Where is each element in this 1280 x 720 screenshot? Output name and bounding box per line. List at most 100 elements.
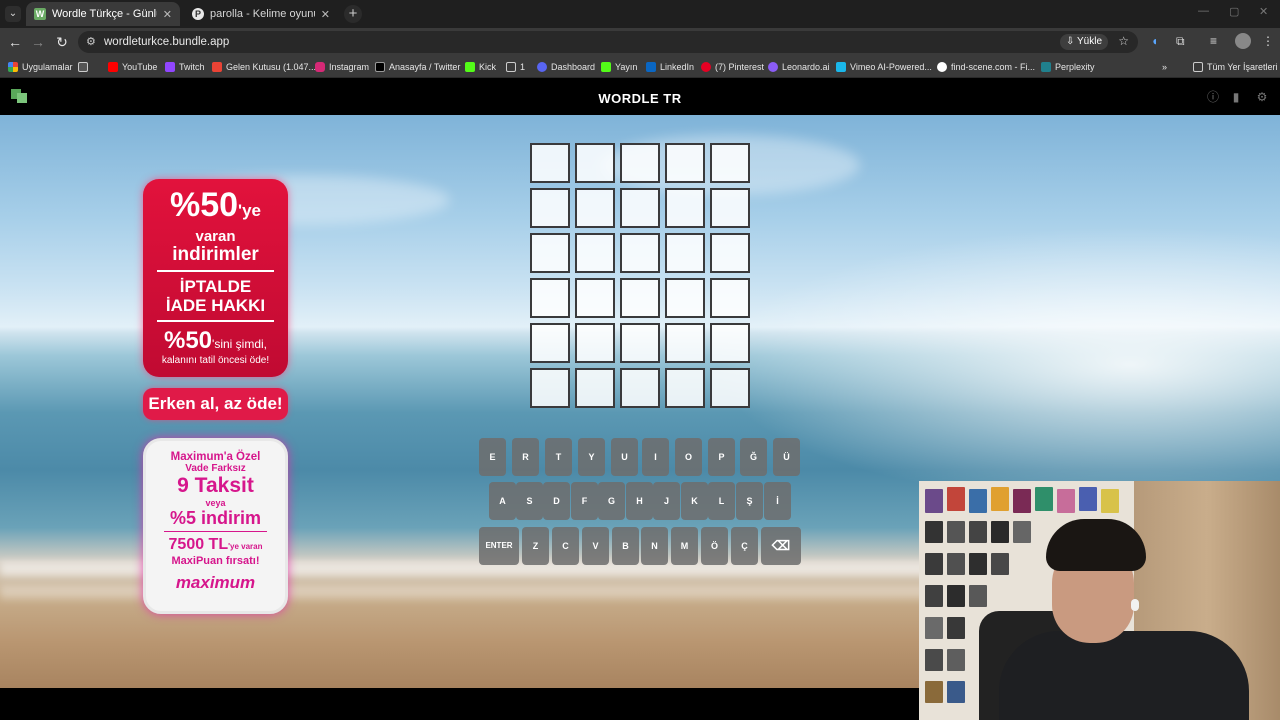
key[interactable]: İ xyxy=(764,482,791,520)
key[interactable]: Y xyxy=(578,438,605,476)
kick-icon xyxy=(601,62,611,72)
tab-parolla[interactable]: P parolla - Kelime oyunu. Günlük ✕ xyxy=(184,2,338,26)
key[interactable]: L xyxy=(708,482,735,520)
close-tab-icon[interactable]: ✕ xyxy=(163,8,172,21)
forward-icon[interactable]: → xyxy=(29,33,47,51)
media-control-icon[interactable]: ≡ xyxy=(1210,34,1217,48)
key[interactable]: D xyxy=(543,482,570,520)
close-window-icon[interactable]: ✕ xyxy=(1259,5,1268,18)
key[interactable]: N xyxy=(641,527,668,565)
ad-maximum-panel[interactable]: Maximum'a Özel Vade Farksız 9 Taksit vey… xyxy=(143,438,288,614)
key[interactable]: T xyxy=(545,438,572,476)
key[interactable]: Z xyxy=(522,527,549,565)
poster xyxy=(1101,489,1119,513)
bookmark-apps[interactable]: Uygulamalar xyxy=(8,60,73,74)
ad-amount: 7500 TL xyxy=(168,536,229,553)
ad-amount-suffix: 'ye varan xyxy=(228,542,263,551)
bookmark-linkedin[interactable]: LinkedIn xyxy=(646,60,694,74)
poster xyxy=(947,617,965,639)
person-hoodie xyxy=(999,631,1249,720)
bookmark-twitch[interactable]: Twitch xyxy=(165,60,205,74)
key[interactable]: M xyxy=(671,527,698,565)
extensions-puzzle-icon[interactable]: ⧉ xyxy=(1176,34,1185,49)
key[interactable]: J xyxy=(653,482,680,520)
new-tab-button[interactable]: + xyxy=(344,5,362,23)
tile xyxy=(710,323,750,363)
leonardo-icon xyxy=(768,62,778,72)
extension-icon[interactable]: ◖ xyxy=(1151,34,1158,48)
tile xyxy=(575,143,615,183)
profile-avatar[interactable] xyxy=(1235,33,1251,49)
back-icon[interactable]: ← xyxy=(6,33,24,51)
bookmark-findscene[interactable]: find-scene.com - Fi... xyxy=(937,60,1035,74)
reload-icon[interactable]: ↻ xyxy=(53,33,71,51)
tab-search-button[interactable]: ⌄ xyxy=(5,6,21,22)
key[interactable]: R xyxy=(512,438,539,476)
key[interactable]: B xyxy=(612,527,639,565)
bookmark-twitter[interactable]: Anasayfa / Twitter xyxy=(375,60,460,74)
url-text[interactable]: wordleturkce.bundle.app xyxy=(104,36,229,48)
bookmark-leonardo[interactable]: Leonardo.ai xyxy=(768,60,830,74)
youtube-icon xyxy=(108,62,118,72)
close-tab-icon[interactable]: ✕ xyxy=(321,8,330,21)
site-info-icon[interactable]: ⚙ xyxy=(86,35,96,48)
key[interactable]: S xyxy=(516,482,543,520)
key[interactable]: O xyxy=(675,438,702,476)
key[interactable]: Ç xyxy=(731,527,758,565)
key[interactable]: Ü xyxy=(773,438,800,476)
key[interactable]: P xyxy=(708,438,735,476)
apps-grid-icon xyxy=(8,62,18,72)
bookmark-vimeo[interactable]: Vimeo AI-Powered... xyxy=(836,60,932,74)
bookmark-perplexity[interactable]: Perplexity xyxy=(1041,60,1095,74)
key[interactable]: U xyxy=(611,438,638,476)
bookmark-kick[interactable]: Kick xyxy=(465,60,496,74)
bookmark-folder-1[interactable]: 1 xyxy=(506,60,525,74)
backspace-key[interactable]: ⌫ xyxy=(761,527,801,565)
bookmark-star-icon[interactable]: ☆ xyxy=(1118,34,1129,48)
pinterest-icon xyxy=(701,62,711,72)
key[interactable]: I xyxy=(642,438,669,476)
tab-title: Wordle Türkçe - Günlük Kelime xyxy=(52,8,157,20)
stats-icon[interactable]: ▮ xyxy=(1230,91,1242,103)
board-row xyxy=(530,143,750,183)
key[interactable]: V xyxy=(582,527,609,565)
key[interactable]: H xyxy=(626,482,653,520)
tile xyxy=(665,323,705,363)
poster xyxy=(925,649,943,671)
minimize-icon[interactable]: — xyxy=(1198,5,1209,17)
bookmark-grid[interactable] xyxy=(78,60,88,74)
settings-icon[interactable]: ⚙ xyxy=(1256,91,1268,103)
person-hair xyxy=(1046,519,1146,571)
key[interactable]: Ğ xyxy=(740,438,767,476)
bookmark-pinterest[interactable]: (7) Pinterest xyxy=(701,60,764,74)
bookmark-instagram[interactable]: Instagram xyxy=(315,60,369,74)
webcam-overlay xyxy=(919,481,1280,720)
key[interactable]: A xyxy=(489,482,516,520)
key[interactable]: F xyxy=(571,482,598,520)
all-bookmarks[interactable]: Tüm Yer İşaretleri xyxy=(1193,60,1278,74)
poster xyxy=(947,553,965,575)
key[interactable]: G xyxy=(598,482,625,520)
address-bar[interactable]: ⚙ wordleturkce.bundle.app ⇩ Yükle ☆ xyxy=(78,31,1138,53)
ad-cta-button[interactable]: Erken al, az öde! xyxy=(143,388,288,420)
key[interactable]: Ş xyxy=(736,482,763,520)
more-bookmarks-icon[interactable]: » xyxy=(1162,60,1167,74)
poster xyxy=(947,681,965,703)
key[interactable]: E xyxy=(479,438,506,476)
enter-key[interactable]: ENTER xyxy=(479,527,519,565)
tab-wordle[interactable]: W Wordle Türkçe - Günlük Kelime ✕ xyxy=(26,2,180,26)
board-row xyxy=(530,278,750,318)
ad-text: %5 indirim xyxy=(169,508,262,528)
key[interactable]: K xyxy=(681,482,708,520)
menu-kebab-icon[interactable]: ⋮ xyxy=(1262,34,1274,48)
info-icon[interactable]: ⓘ xyxy=(1207,91,1219,103)
bookmark-youtube[interactable]: YouTube xyxy=(108,60,157,74)
maximize-icon[interactable]: ▢ xyxy=(1229,5,1239,18)
install-app-button[interactable]: ⇩ Yükle xyxy=(1060,34,1108,50)
key[interactable]: C xyxy=(552,527,579,565)
bookmark-yayin[interactable]: Yayın xyxy=(601,60,637,74)
bookmark-gmail[interactable]: Gelen Kutusu (1.047... xyxy=(212,60,316,74)
bookmark-dashboard[interactable]: Dashboard xyxy=(537,60,595,74)
key[interactable]: Ö xyxy=(701,527,728,565)
ad-discount-panel[interactable]: %50'ye varan indirimler İPTALDE İADE HAK… xyxy=(143,179,288,377)
